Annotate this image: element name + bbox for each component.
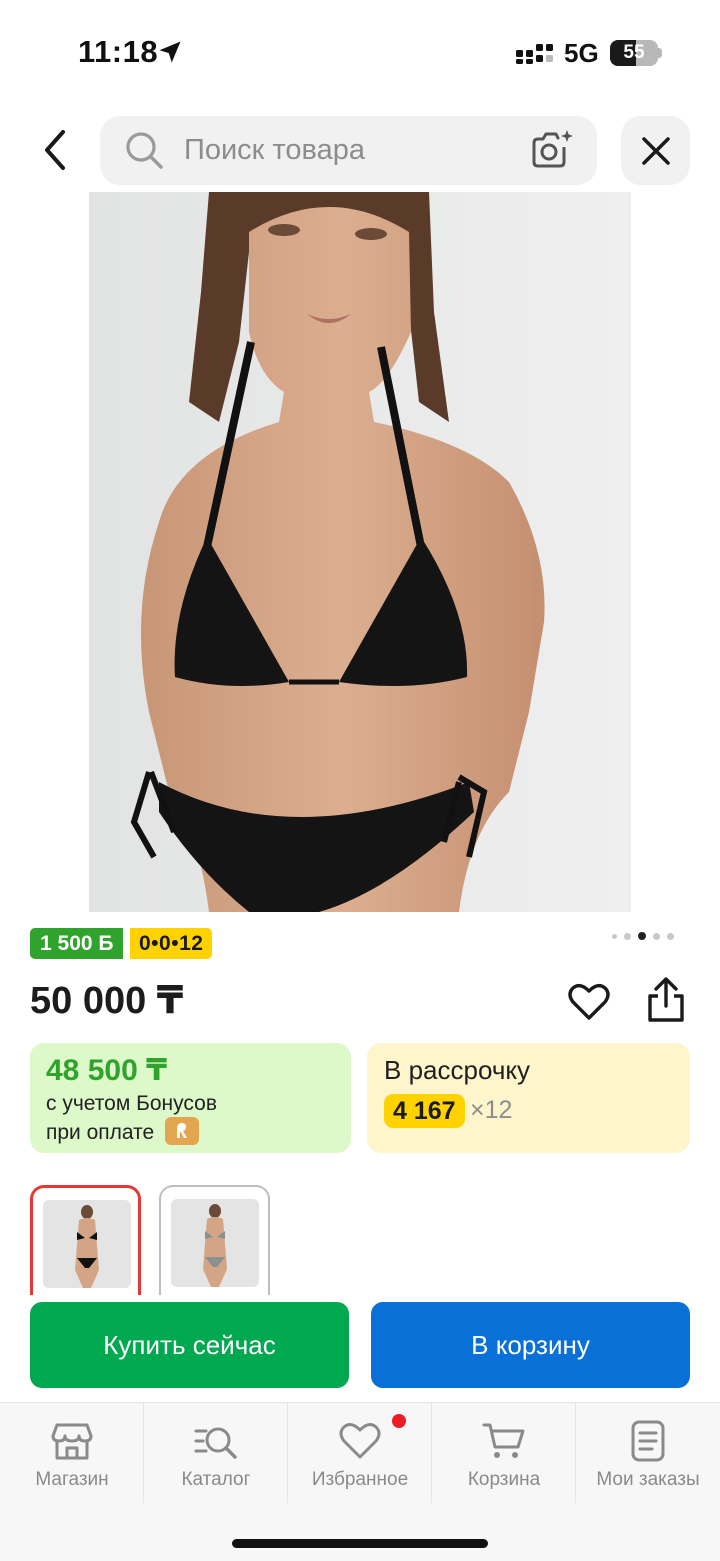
battery-icon: 55 <box>610 40 658 66</box>
tab-favorites[interactable]: Избранное <box>288 1403 432 1503</box>
tab-label: Каталог <box>181 1469 251 1490</box>
bonus-note-line2: при оплате <box>46 1121 155 1144</box>
heart-icon <box>568 983 610 1020</box>
installment-card[interactable]: В рассрочку 4 167 ×12 <box>367 1043 690 1153</box>
tab-label: Мои заказы <box>596 1469 700 1490</box>
tab-label: Корзина <box>467 1469 541 1490</box>
camera-search-icon[interactable] <box>528 129 574 171</box>
search-icon <box>126 132 163 169</box>
tab-my-orders[interactable]: Мои заказы <box>576 1403 720 1503</box>
status-bar: 11:18 5G 55 <box>0 0 720 100</box>
installment-title: В рассрочку <box>384 1055 531 1085</box>
favorites-notification-dot <box>392 1414 406 1428</box>
pagination-dot-active <box>638 932 646 940</box>
close-button[interactable] <box>621 116 690 185</box>
catalog-search-icon <box>194 1427 237 1459</box>
kaspi-logo-icon <box>165 1117 199 1145</box>
chevron-left-icon <box>45 130 65 170</box>
heart-icon <box>339 1423 381 1459</box>
bonus-note-line1: с учетом Бонусов <box>46 1092 217 1115</box>
orders-icon <box>631 1420 665 1462</box>
product-image[interactable] <box>89 192 631 912</box>
share-icon <box>648 977 684 1022</box>
buy-now-button[interactable]: Купить сейчас <box>30 1302 349 1388</box>
search-input[interactable] <box>184 116 514 185</box>
gallery-pagination <box>612 931 674 941</box>
share-button[interactable] <box>644 976 688 1024</box>
installment-monthly: 4 167 <box>384 1094 465 1128</box>
bonus-price: 48 500 ₸ <box>46 1054 167 1087</box>
bonus-badge: 1 500 Б <box>30 928 124 959</box>
tab-label: Магазин <box>35 1469 109 1490</box>
pagination-dot <box>624 932 631 940</box>
variant-thumbnail-grey[interactable] <box>159 1185 270 1295</box>
product-photo <box>89 192 631 912</box>
thumbnail-image <box>43 1200 131 1288</box>
tab-catalog[interactable]: Каталог <box>144 1403 288 1503</box>
store-icon <box>51 1423 93 1460</box>
search-bar[interactable] <box>100 116 597 185</box>
close-icon <box>641 136 670 165</box>
tab-label: Избранное <box>311 1469 409 1490</box>
cellular-signal-icon <box>516 44 553 64</box>
back-button[interactable] <box>30 120 80 180</box>
network-type: 5G <box>564 38 599 68</box>
battery-cap <box>658 48 662 58</box>
pagination-dot <box>653 932 660 940</box>
tab-cart[interactable]: Корзина <box>432 1403 576 1503</box>
thumbnail-image <box>171 1199 259 1287</box>
pagination-dot <box>667 932 674 940</box>
cart-icon <box>482 1423 525 1458</box>
pagination-dot <box>612 933 617 939</box>
variant-thumbnail-black[interactable] <box>30 1185 141 1295</box>
bottom-tab-bar: Магазин Каталог Избранное Корзина Мои за… <box>0 1402 720 1561</box>
bonus-price-card[interactable]: 48 500 ₸ с учетом Бонусов при оплате <box>30 1043 351 1153</box>
product-price: 50 000 ₸ <box>30 980 184 1022</box>
tab-store[interactable]: Магазин <box>0 1403 144 1503</box>
add-to-cart-button[interactable]: В корзину <box>371 1302 690 1388</box>
home-indicator[interactable] <box>232 1539 488 1548</box>
status-time: 11:18 <box>78 34 159 69</box>
location-arrow-icon <box>159 41 181 63</box>
battery-level: 55 <box>623 42 645 63</box>
installment-badge: 0•0•12 <box>130 928 213 959</box>
installment-months: ×12 <box>470 1096 513 1124</box>
favorite-button[interactable] <box>567 980 611 1024</box>
